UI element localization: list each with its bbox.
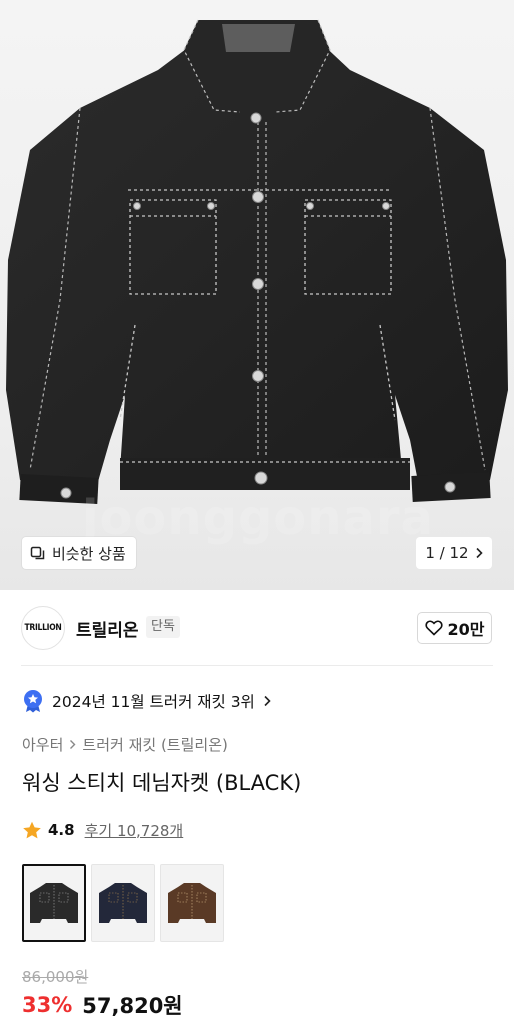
original-price: 86,000원 xyxy=(22,968,89,986)
exclusive-badge: 단독 xyxy=(146,616,180,638)
breadcrumb-subcategory[interactable]: 트러커 재킷 (트릴리온) xyxy=(82,734,227,755)
brand-logo[interactable]: TRILLION xyxy=(21,606,65,650)
breadcrumb: 아우터 트러커 재킷 (트릴리온) xyxy=(22,733,228,755)
brand-row: TRILLION 트릴리온 단독 20만 xyxy=(0,600,514,656)
variant-image xyxy=(99,883,147,923)
review-count-link[interactable]: 후기 10,728개 xyxy=(85,820,184,841)
sale-price: 57,820원 xyxy=(82,994,183,1018)
ranking-link[interactable]: 2024년 11월 트러커 재킷 3위 xyxy=(22,688,271,714)
color-variant-list xyxy=(22,864,224,942)
like-count: 20만 xyxy=(447,620,485,639)
variant-image xyxy=(30,883,78,923)
brand-logo-text: TRILLION xyxy=(24,623,62,633)
product-image-carousel[interactable]: joonggonara 비슷한 상품 1 / 12 xyxy=(0,0,514,590)
variant-thumb-navy[interactable] xyxy=(91,864,155,942)
rating-row: 4.8 후기 10,728개 xyxy=(22,818,183,842)
discount-rate: 33% xyxy=(22,993,73,1017)
image-pager-count: 1 / 12 xyxy=(425,544,469,562)
ranking-text: 2024년 11월 트러커 재킷 3위 xyxy=(52,693,255,711)
brand-name[interactable]: 트릴리온 xyxy=(76,616,139,641)
price-row: 33% 57,820원 xyxy=(22,990,183,1020)
chevron-right-icon xyxy=(70,739,76,749)
rating-score: 4.8 xyxy=(48,821,75,839)
star-icon xyxy=(23,821,41,838)
heart-icon xyxy=(424,620,443,636)
image-pager[interactable]: 1 / 12 xyxy=(416,537,492,569)
chevron-right-icon xyxy=(476,547,483,559)
breadcrumb-category[interactable]: 아우터 xyxy=(22,734,63,755)
variant-thumb-black[interactable] xyxy=(22,864,86,942)
product-title: 워싱 스티치 데님자켓 (BLACK) xyxy=(22,771,302,795)
variant-image xyxy=(168,883,216,923)
divider xyxy=(21,665,493,666)
similar-items-label: 비슷한 상품 xyxy=(52,544,126,563)
similar-items-icon xyxy=(30,546,45,560)
like-button[interactable]: 20만 xyxy=(417,612,492,644)
ranking-medal-icon xyxy=(24,690,42,713)
variant-thumb-brown[interactable] xyxy=(160,864,224,942)
chevron-right-icon xyxy=(264,695,271,707)
similar-items-button[interactable]: 비슷한 상품 xyxy=(22,537,136,569)
